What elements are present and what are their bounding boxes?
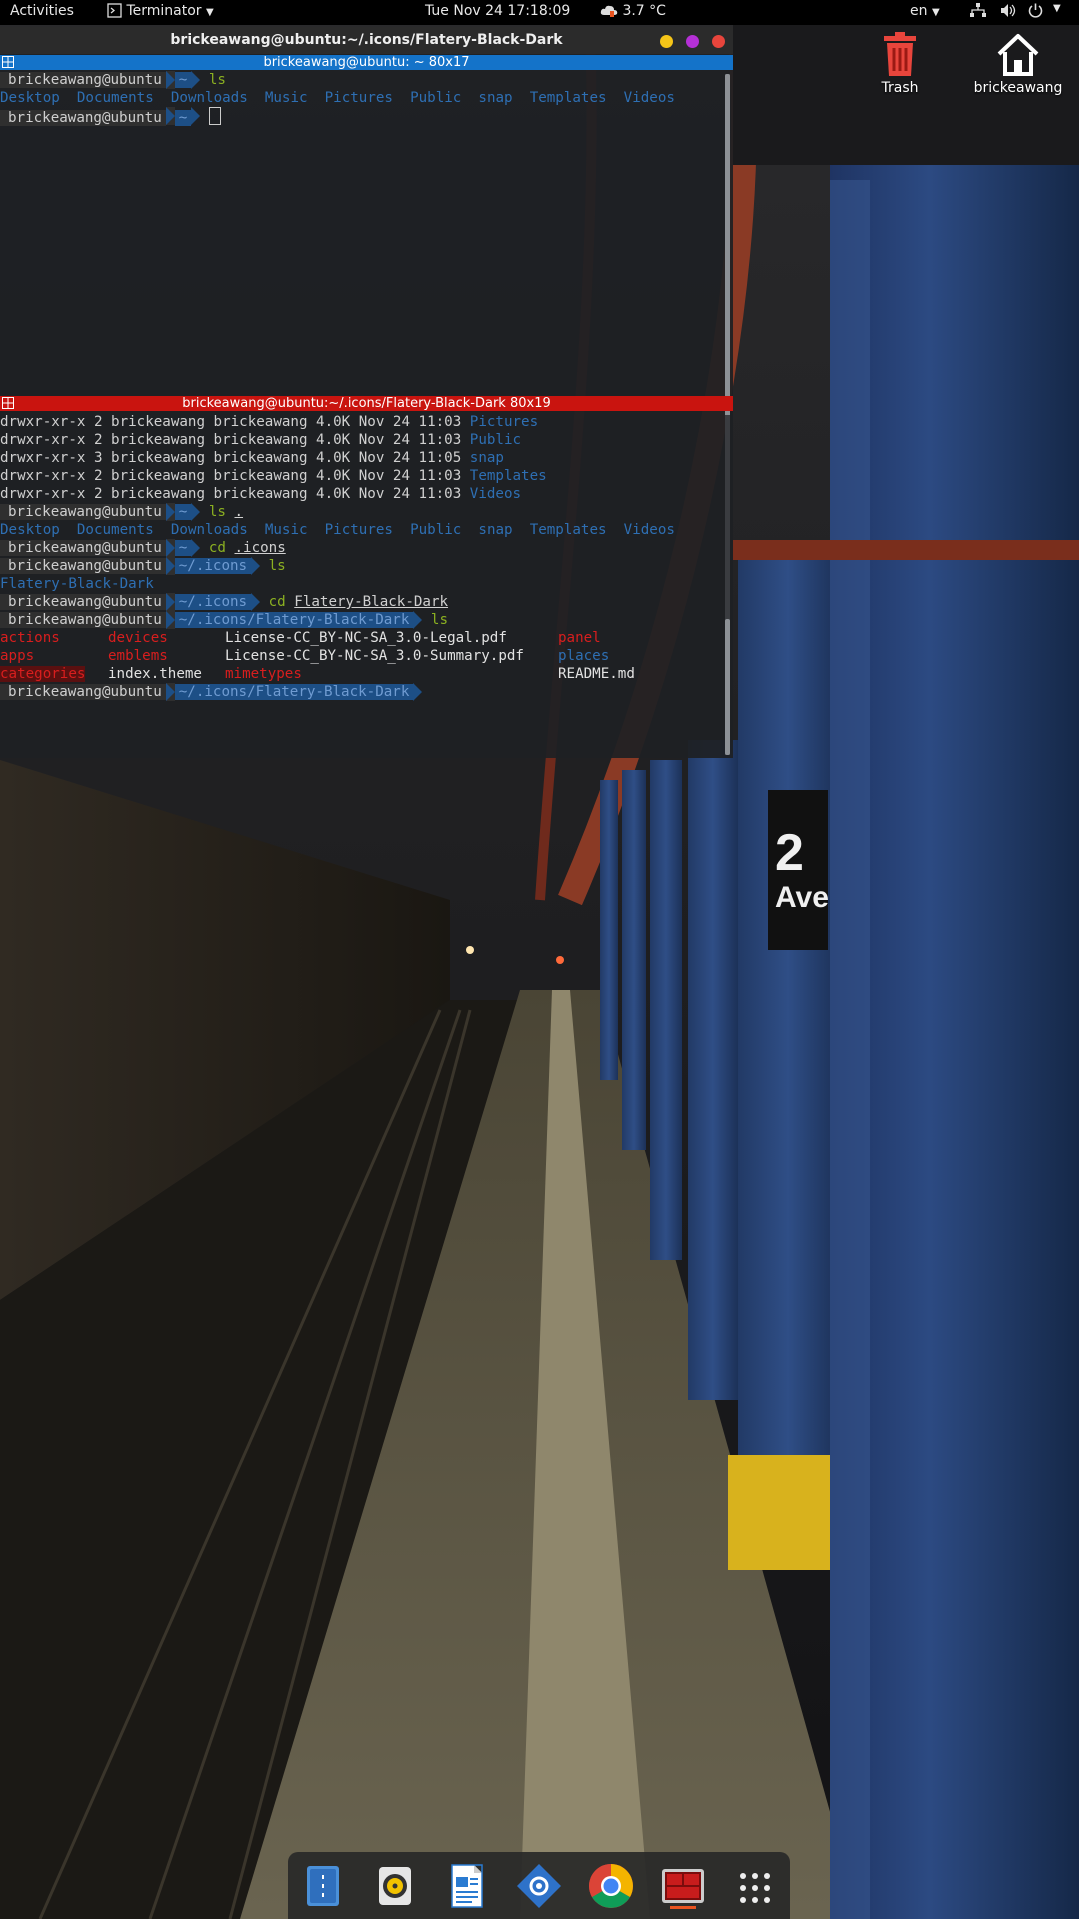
output-line: drwxr-xr-x 2 brickeawang brickeawang 4.0…: [0, 414, 539, 430]
output-line: Desktop Documents Downloads Music Pictur…: [0, 522, 675, 538]
dock-chrome[interactable]: [586, 1861, 636, 1911]
terminator-window[interactable]: brickeawang@ubuntu:~/.icons/Flatery-Blac…: [0, 27, 733, 758]
output-line: drwxr-xr-x 2 brickeawang brickeawang 4.0…: [0, 468, 547, 484]
svg-text:2: 2: [775, 824, 804, 882]
scrollbar-thumb[interactable]: [725, 619, 730, 755]
power-icon[interactable]: [1028, 3, 1043, 19]
language-label: en: [910, 3, 928, 19]
terminal-app-icon: [107, 3, 122, 19]
pane1-scrollbar[interactable]: [725, 74, 730, 419]
output-line: Flatery-Black-Dark: [0, 576, 154, 592]
prompt-line: brickeawang@ubuntu ~/.icons cd Flatery-Bl…: [0, 593, 448, 611]
pane1-title: brickeawang@ubuntu: ~ 80x17: [263, 55, 470, 70]
trash-label: Trash: [881, 80, 919, 96]
dock-show-applications[interactable]: [730, 1861, 780, 1911]
prompt-line: brickeawang@ubuntu ~/.icons ls: [0, 557, 286, 575]
dock-terminator[interactable]: [658, 1861, 708, 1911]
desktop-home-folder[interactable]: brickeawang: [968, 32, 1068, 96]
desktop-trash[interactable]: Trash: [850, 32, 950, 96]
output-cell: apps: [0, 648, 35, 664]
files-icon: [298, 1866, 348, 1915]
scrollbar-thumb[interactable]: [725, 74, 730, 419]
prompt-line: brickeawang@ubuntu ~/.icons/Flatery-Black…: [0, 683, 423, 701]
chevron-down-icon[interactable]: ▼: [1053, 3, 1061, 14]
dock-rhythmbox[interactable]: [370, 1861, 420, 1911]
output-line: drwxr-xr-x 3 brickeawang brickeawang 4.0…: [0, 450, 504, 466]
output-cell: License-CC_BY-NC-SA_3.0-Summary.pdf: [225, 648, 524, 664]
output-cell: categories: [0, 666, 86, 682]
weather-cloud-icon: [600, 3, 618, 19]
output-cell: index.theme: [108, 666, 202, 682]
chevron-down-icon: ▼: [931, 7, 940, 18]
terminal-pane-1[interactable]: brickeawang@ubuntu ~ ls Desktop Documents…: [0, 71, 726, 421]
pane2-title: brickeawang@ubuntu:~/.icons/Flatery-Blac…: [182, 396, 551, 411]
app-menu-label: Terminator: [126, 3, 202, 19]
terminal-pane-2[interactable]: drwxr-xr-x 2 brickeawang brickeawang 4.0…: [0, 413, 726, 758]
volume-icon[interactable]: [1000, 3, 1016, 19]
output-cell: places: [558, 648, 610, 664]
output-cell: panel: [558, 630, 601, 646]
pane2-scrollbar[interactable]: [725, 415, 730, 755]
home-icon: [968, 32, 1068, 78]
output-cell: README.md: [558, 666, 635, 682]
output-cell: devices: [108, 630, 168, 646]
grid-icon[interactable]: [2, 397, 14, 413]
chrome-icon: [586, 1864, 636, 1915]
rhythmbox-icon: [370, 1867, 420, 1915]
prompt-line: brickeawang@ubuntu ~: [0, 107, 221, 126]
weather-indicator[interactable]: 3.7 °C: [600, 3, 666, 19]
output-cell: actions: [0, 630, 60, 646]
prompt-line: brickeawang@ubuntu ~ ls: [0, 71, 226, 89]
software-gear-icon: [514, 1864, 564, 1915]
activities-button[interactable]: Activities: [10, 3, 74, 19]
prompt-line: brickeawang@ubuntu ~/.icons/Flatery-Black…: [0, 611, 448, 629]
network-icon[interactable]: [970, 3, 986, 19]
maximize-button[interactable]: [686, 35, 699, 48]
prompt-line: brickeawang@ubuntu ~ ls .: [0, 503, 243, 521]
grid-icon[interactable]: [2, 56, 14, 72]
output-line: Desktop Documents Downloads Music Pictur…: [0, 90, 675, 106]
dock-files[interactable]: [298, 1861, 348, 1911]
pane1-titlebar[interactable]: brickeawang@ubuntu: ~ 80x17: [0, 55, 733, 70]
minimize-button[interactable]: [660, 35, 673, 48]
language-selector[interactable]: en ▼: [910, 3, 940, 19]
dock: [288, 1852, 790, 1919]
dock-software[interactable]: [514, 1861, 564, 1911]
clock[interactable]: Tue Nov 24 17:18:09: [425, 3, 570, 19]
svg-text:Ave: Ave: [775, 881, 829, 914]
dock-libreoffice-writer[interactable]: [442, 1861, 492, 1911]
weather-temp: 3.7 °C: [622, 3, 666, 19]
window-title: brickeawang@ubuntu:~/.icons/Flatery-Blac…: [170, 32, 563, 48]
output-line: drwxr-xr-x 2 brickeawang brickeawang 4.0…: [0, 486, 522, 502]
window-titlebar[interactable]: brickeawang@ubuntu:~/.icons/Flatery-Blac…: [0, 27, 733, 54]
home-label: brickeawang: [973, 80, 1063, 96]
terminal-cursor: [208, 107, 221, 125]
trash-icon: [850, 32, 950, 78]
output-cell: mimetypes: [225, 666, 302, 682]
output-cell: emblems: [108, 648, 168, 664]
prompt-line: brickeawang@ubuntu ~ cd .icons: [0, 539, 286, 557]
app-grid-icon: [730, 1873, 780, 1915]
app-menu[interactable]: Terminator ▼: [107, 3, 214, 19]
running-indicator: [670, 1906, 696, 1909]
pane2-titlebar[interactable]: brickeawang@ubuntu:~/.icons/Flatery-Blac…: [0, 396, 733, 411]
chevron-down-icon: ▼: [206, 7, 214, 18]
output-cell: License-CC_BY-NC-SA_3.0-Legal.pdf: [225, 630, 507, 646]
output-line: drwxr-xr-x 2 brickeawang brickeawang 4.0…: [0, 432, 522, 448]
top-panel: Activities Terminator ▼ Tue Nov 24 17:18…: [0, 0, 1079, 25]
writer-document-icon: [442, 1864, 492, 1915]
close-button[interactable]: [712, 35, 725, 48]
